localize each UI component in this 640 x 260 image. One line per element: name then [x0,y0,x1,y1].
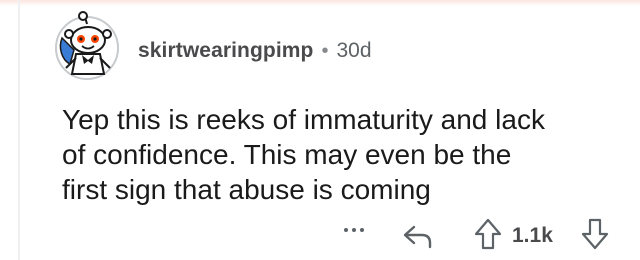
comment-meta: skirtwearingpimp • 30d [138,39,372,63]
more-options-icon [344,228,364,232]
top-divider [0,0,640,6]
more-options-button[interactable] [337,215,371,245]
comment-body: Yep this is reeks of immaturity and lack… [62,102,622,207]
downvote-button[interactable] [580,216,610,252]
comment-line: first sign that abuse is coming [62,174,431,205]
comment-line: Yep this is reeks of immaturity and lack [62,104,545,135]
meta-separator: • [321,39,329,62]
user-avatar[interactable] [52,10,122,82]
downvote-arrow-icon [581,218,609,250]
comment-age[interactable]: 30d [337,39,372,63]
reply-button[interactable] [400,219,436,253]
username-link[interactable]: skirtwearingpimp [138,39,313,63]
thread-line[interactable] [18,0,20,260]
comment-card: skirtwearingpimp • 30d Yep this is reeks… [0,0,640,260]
upvote-arrow-icon [474,218,502,250]
upvote-button[interactable] [473,216,503,252]
reply-arrow-icon [403,225,432,249]
vote-score: 1.1k [512,224,553,247]
comment-line: of confidence. This may even be the [62,139,512,170]
snoo-avatar-icon [55,11,119,80]
